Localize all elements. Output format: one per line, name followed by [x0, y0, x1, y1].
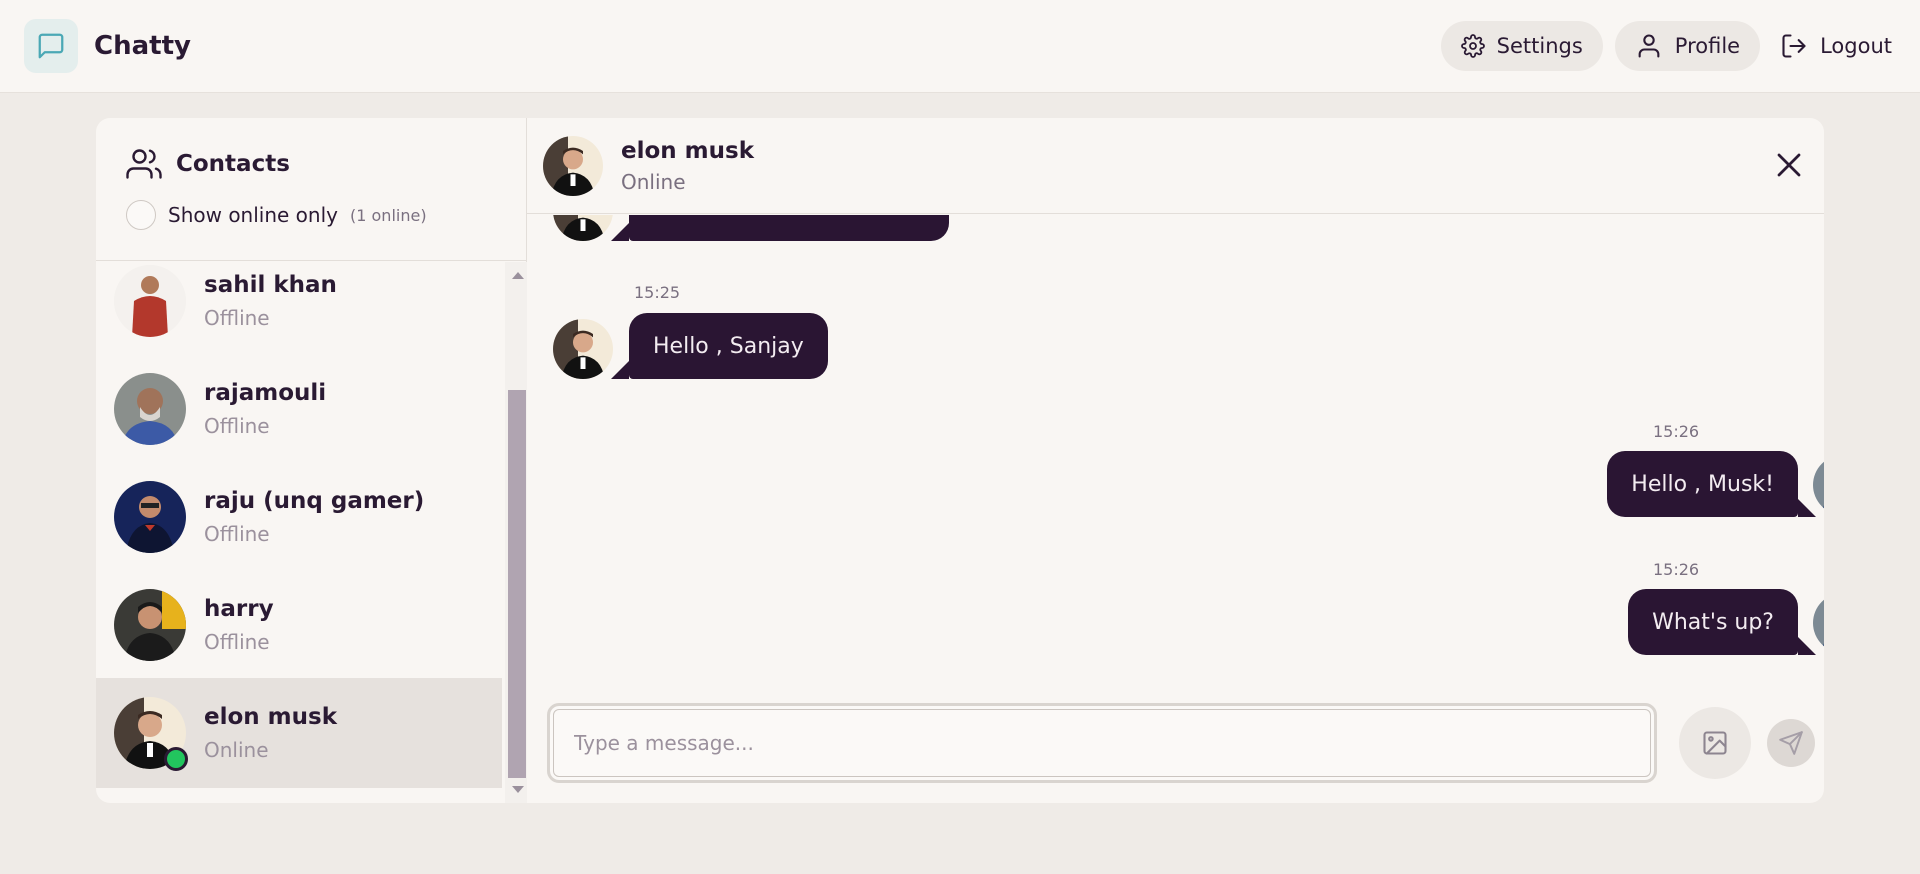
contacts-scrollbar[interactable]	[505, 262, 527, 803]
avatar	[114, 589, 186, 661]
gear-icon	[1460, 34, 1485, 58]
bubble-tail	[611, 223, 629, 241]
users-icon	[126, 149, 162, 179]
image-icon	[1703, 731, 1727, 755]
logout-icon	[1782, 34, 1806, 58]
profile-label: Profile	[1674, 34, 1741, 58]
message-list: 15:25 Hello , Sanjay 15:26 Hello , Musk!…	[527, 215, 1824, 685]
avatar	[543, 135, 603, 196]
show-online-checkbox[interactable]	[126, 200, 156, 230]
bubble-tail	[1798, 637, 1816, 655]
contact-name: elon musk	[204, 704, 337, 730]
close-icon[interactable]	[1774, 150, 1804, 180]
chat-card: Contacts Show online only (1 online) sah…	[96, 118, 1824, 803]
logout-label: Logout	[1820, 34, 1892, 58]
logout-button[interactable]: Logout	[1772, 21, 1896, 71]
avatar	[114, 265, 186, 337]
contact-name: harry	[204, 596, 274, 622]
scroll-down-arrow[interactable]	[512, 786, 524, 793]
chat-header: elon musk Online	[527, 118, 1824, 214]
chat-contact-name: elon musk	[621, 137, 754, 164]
sidebar-header: Contacts Show online only (1 online)	[96, 118, 526, 261]
attach-image-button[interactable]	[1679, 707, 1751, 779]
contact-status: Online	[204, 738, 269, 762]
contact-item[interactable]: raju (unq gamer) Offline	[96, 462, 502, 572]
message-bubble-partial	[629, 215, 949, 241]
online-count: (1 online)	[350, 205, 427, 225]
message-input[interactable]	[547, 703, 1657, 783]
contact-item[interactable]: rajamouli Offline	[96, 354, 502, 464]
avatar	[1813, 593, 1824, 653]
online-filter: Show online only (1 online)	[126, 200, 496, 230]
avatar	[553, 319, 613, 379]
settings-button[interactable]: Settings	[1440, 21, 1603, 71]
filter-label: Show online only	[168, 203, 338, 227]
send-button[interactable]	[1767, 719, 1815, 767]
contact-name: rajamouli	[204, 380, 327, 406]
contact-status: Offline	[204, 306, 270, 330]
contact-list: sahil khan Offline rajamouli Offline raj…	[96, 262, 502, 803]
contact-item-selected[interactable]: elon musk Online	[96, 678, 502, 788]
avatar	[114, 373, 186, 445]
app-name: Chatty	[94, 31, 191, 61]
chat-bubble-icon	[24, 19, 78, 73]
chat-contact-status: Online	[621, 169, 686, 194]
settings-label: Settings	[1496, 34, 1583, 58]
brand[interactable]: Chatty	[24, 19, 191, 73]
contacts-sidebar: Contacts Show online only (1 online) sah…	[96, 118, 527, 803]
message-time: 15:26	[1653, 560, 1700, 579]
chat-panel: elon musk Online 15:25 Hello , Sanjay 15…	[527, 118, 1824, 803]
message-time: 15:26	[1653, 422, 1700, 441]
contact-item[interactable]: sahil khan Offline	[96, 262, 502, 356]
top-header: Chatty Settings Profile Logout	[0, 0, 1920, 93]
contact-status: Offline	[204, 414, 270, 438]
contact-name: sahil khan	[204, 272, 337, 298]
contacts-title: Contacts	[176, 151, 290, 177]
bubble-tail	[1798, 499, 1816, 517]
profile-button[interactable]: Profile	[1614, 21, 1761, 71]
contact-status: Offline	[204, 522, 270, 546]
avatar	[1813, 455, 1824, 515]
bubble-tail	[611, 361, 629, 379]
avatar	[114, 481, 186, 553]
message-composer	[547, 703, 1824, 783]
message-bubble: What's up?	[1628, 589, 1798, 655]
contact-status: Offline	[204, 630, 270, 654]
message-bubble: Hello , Musk!	[1607, 451, 1798, 517]
send-icon	[1779, 731, 1803, 755]
message-time: 15:25	[634, 283, 681, 302]
scrollbar-thumb[interactable]	[508, 390, 526, 778]
user-icon	[1638, 34, 1660, 58]
avatar	[553, 215, 613, 241]
contact-name: raju (unq gamer)	[204, 488, 425, 514]
message-bubble: Hello , Sanjay	[629, 313, 828, 379]
header-actions: Settings Profile Logout	[1440, 21, 1896, 71]
contact-item[interactable]: harry Offline	[96, 570, 502, 680]
online-indicator	[164, 747, 188, 771]
scroll-up-arrow[interactable]	[512, 272, 524, 279]
